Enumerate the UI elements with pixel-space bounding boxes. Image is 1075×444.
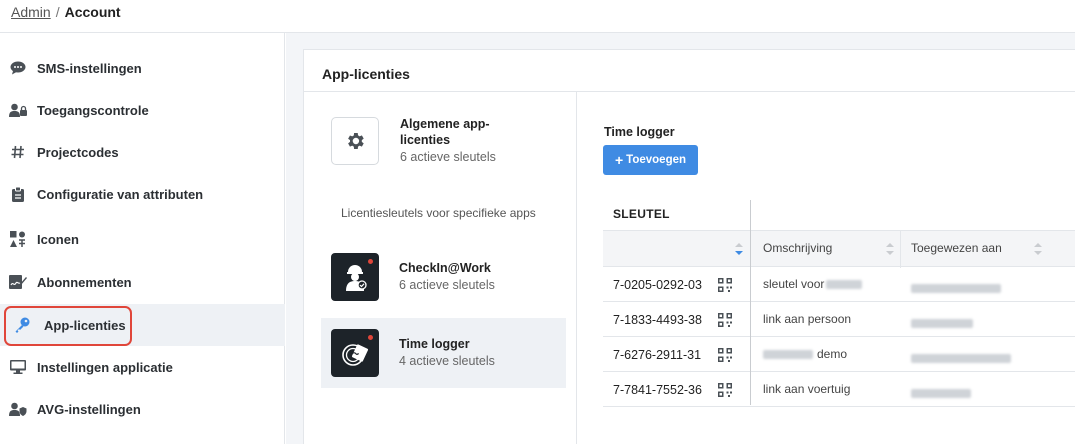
redacted-text <box>826 280 863 290</box>
row-assigned-to <box>911 280 1001 295</box>
plus-icon: + <box>614 152 624 168</box>
app-licenses-card: App-licenties Algemene app-licenties 6 a… <box>303 49 1075 444</box>
qr-code-icon[interactable] <box>718 313 732 327</box>
table-row[interactable]: 7-7841-7552-36 link aan voertuig <box>603 373 1075 407</box>
sort-icon[interactable] <box>885 242 895 256</box>
sidebar-item-configuratie-van-attributen[interactable]: Configuratie van attributen <box>0 173 285 215</box>
redacted-text <box>763 350 813 360</box>
qr-code-icon[interactable] <box>718 278 732 292</box>
gear-icon-box <box>331 116 379 165</box>
license-key: 7-1833-4493-38 <box>613 313 702 327</box>
license-key: 7-0205-0292-03 <box>613 278 702 292</box>
card-column-divider <box>576 92 577 444</box>
sidebar-item-label: Projectcodes <box>37 144 119 160</box>
monitor-icon <box>8 357 28 377</box>
table-row[interactable]: 7-1833-4493-38 link aan persoon <box>603 303 1075 337</box>
column-header-toegewezen-aan[interactable]: Toegewezen aan <box>911 241 1002 255</box>
key-icon <box>12 315 32 335</box>
app-key-count: 6 actieve sleutels <box>399 278 495 292</box>
notification-dot <box>368 259 373 264</box>
user-lock-icon <box>8 100 28 120</box>
worker-icon <box>331 253 379 301</box>
general-licenses-count: 6 actieve sleutels <box>400 149 496 164</box>
sidebar: SMS-instellingen Toegangscontrole Projec… <box>0 33 285 444</box>
row-assigned-to <box>911 350 1011 365</box>
chat-bubble-icon <box>8 58 28 78</box>
row-assigned-to <box>911 315 973 330</box>
app-name: CheckIn@Work <box>399 261 491 275</box>
qr-code-icon[interactable] <box>718 383 732 397</box>
table-row[interactable]: 7-6276-2911-31 demo <box>603 338 1075 372</box>
qr-code-icon[interactable] <box>718 348 732 362</box>
sort-icon[interactable] <box>1033 242 1043 256</box>
table-row[interactable]: 7-0205-0292-03 sleutel voor <box>603 268 1075 302</box>
sort-desc-icon[interactable] <box>734 242 744 256</box>
signature-icon <box>8 272 28 292</box>
sidebar-item-sms-instellingen[interactable]: SMS-instellingen <box>0 47 285 89</box>
table-subheader: Omschrijving Toegewezen aan <box>603 230 1075 268</box>
license-key: 7-6276-2911-31 <box>613 348 702 362</box>
sidebar-item-toegangscontrole[interactable]: Toegangscontrole <box>0 89 285 131</box>
add-button-label: Toevoegen <box>626 154 687 166</box>
row-description: sleutel voor <box>763 277 863 291</box>
sidebar-item-avg-instellingen[interactable]: AVG-instellingen <box>0 388 285 430</box>
sidebar-item-instellingen-applicatie[interactable]: Instellingen applicatie <box>0 346 285 388</box>
app-entry-checkinwork[interactable]: CheckIn@Work 6 actieve sleutels <box>321 242 566 312</box>
column-separator <box>900 231 901 268</box>
specific-apps-label: Licentiesleutels voor specifieke apps <box>341 206 536 220</box>
app-entry-time-logger[interactable]: Time logger 4 actieve sleutels <box>321 318 566 388</box>
sidebar-item-label: Toegangscontrole <box>37 102 149 118</box>
sidebar-item-label: SMS-instellingen <box>37 60 142 76</box>
general-licenses-name: Algemene app-licenties <box>400 116 490 147</box>
app-name: Time logger <box>399 337 470 351</box>
sidebar-item-label: App-licenties <box>44 317 126 333</box>
license-key: 7-7841-7552-36 <box>613 383 702 397</box>
card-divider <box>304 91 1075 92</box>
sidebar-item-label: AVG-instellingen <box>37 401 141 417</box>
column-header-omschrijving[interactable]: Omschrijving <box>763 241 832 255</box>
sidebar-item-label: Instellingen applicatie <box>37 359 173 375</box>
clipboard-icon <box>8 184 28 204</box>
sidebar-item-label: Abonnementen <box>37 274 132 290</box>
icons-grid-icon <box>8 229 28 249</box>
breadcrumb: Admin / Account <box>11 4 121 20</box>
row-description: link aan voertuig <box>763 382 851 396</box>
detail-title: Time logger <box>604 125 675 139</box>
sidebar-item-app-licenties[interactable]: App-licenties <box>0 304 285 346</box>
column-header-sleutel: SLEUTEL <box>613 207 670 221</box>
sidebar-item-abonnementen[interactable]: Abonnementen <box>0 261 285 303</box>
hash-icon <box>8 142 28 162</box>
general-licenses-entry[interactable]: Algemene app-licenties 6 actieve sleutel… <box>331 113 561 168</box>
breadcrumb-separator: / <box>55 4 60 20</box>
time-logger-icon <box>331 329 379 377</box>
card-title: App-licenties <box>322 66 410 82</box>
breadcrumb-admin-link[interactable]: Admin <box>11 4 51 20</box>
sidebar-item-label: Iconen <box>37 231 79 247</box>
gear-icon <box>348 132 364 149</box>
sidebar-item-iconen[interactable]: Iconen <box>0 218 285 260</box>
sidebar-item-label: Configuratie van attributen <box>37 186 204 202</box>
key-column-divider <box>750 200 751 405</box>
row-description: link aan persoon <box>763 312 852 326</box>
sidebar-item-projectcodes[interactable]: Projectcodes <box>0 131 285 173</box>
breadcrumb-current: Account <box>64 4 121 20</box>
row-description: demo <box>763 347 847 361</box>
app-key-count: 4 actieve sleutels <box>399 354 495 368</box>
user-shield-icon <box>8 399 28 419</box>
row-assigned-to <box>911 385 971 400</box>
notification-dot <box>368 335 373 340</box>
add-button[interactable]: + Toevoegen <box>603 145 698 175</box>
